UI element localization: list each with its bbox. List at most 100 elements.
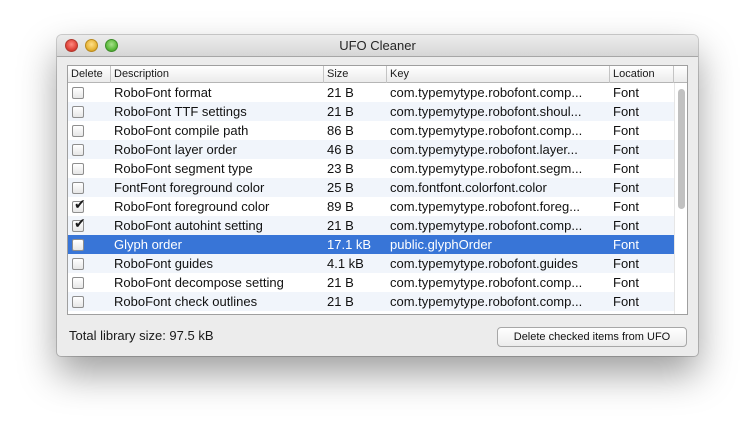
location-cell: Font <box>613 275 640 290</box>
delete-checkbox[interactable] <box>72 239 84 251</box>
delete-cell <box>68 178 110 197</box>
size-cell: 4.1 kB <box>327 256 364 271</box>
table-row[interactable]: RoboFont check outlines 21 B com.typemytyp… <box>68 292 674 311</box>
delete-checkbox[interactable] <box>72 182 84 194</box>
table-row[interactable]: RoboFont guides 4.1 kB com.typemytype.robo… <box>68 254 674 273</box>
description-cell: FontFont foreground color <box>114 180 265 195</box>
size-cell: 21 B <box>327 294 354 309</box>
size-cell: 21 B <box>327 218 354 233</box>
table-row[interactable]: RoboFont decompose setting 21 B com.typemy… <box>68 273 674 292</box>
key-cell: public.glyphOrder <box>390 237 492 252</box>
delete-cell <box>68 254 110 273</box>
location-cell: Font <box>613 256 640 271</box>
description-cell: RoboFont check outlines <box>114 294 258 309</box>
size-cell: 17.1 kB <box>327 237 372 252</box>
size-cell: 21 B <box>327 104 354 119</box>
delete-checkbox[interactable]: ✔ <box>72 197 86 213</box>
description-cell: RoboFont compile path <box>114 123 249 138</box>
checkmark-icon: ✔ <box>74 216 86 232</box>
key-cell: com.typemytype.robofont.comp... <box>390 294 583 309</box>
table-body: RoboFont format 21 B com.typemytype.robofo… <box>68 83 674 314</box>
delete-cell <box>68 292 110 311</box>
table-row[interactable]: RoboFont layer order 46 B com.typemytype.r… <box>68 140 674 159</box>
column-header-location[interactable]: Location <box>610 66 674 83</box>
key-cell: com.typemytype.robofont.foreg... <box>390 199 581 214</box>
key-cell: com.typemytype.robofont.layer... <box>390 142 578 157</box>
description-cell: RoboFont layer order <box>114 142 237 157</box>
location-cell: Font <box>613 104 640 119</box>
location-cell: Font <box>613 218 640 233</box>
window-title: UFO Cleaner <box>339 38 416 53</box>
delete-cell <box>68 140 110 159</box>
column-header-delete[interactable]: Delete <box>68 66 111 83</box>
description-cell: RoboFont TTF settings <box>114 104 247 119</box>
description-cell: Glyph order <box>114 237 182 252</box>
table-header: Delete Description Size Key Location <box>68 66 687 83</box>
delete-cell <box>68 102 110 121</box>
delete-checkbox[interactable] <box>72 125 84 137</box>
key-cell: com.typemytype.robofont.shoul... <box>390 104 582 119</box>
description-cell: RoboFont format <box>114 85 212 100</box>
location-cell: Font <box>613 237 640 252</box>
delete-checkbox[interactable] <box>72 106 84 118</box>
key-cell: com.typemytype.robofont.comp... <box>390 85 583 100</box>
size-cell: 25 B <box>327 180 354 195</box>
key-cell: com.fontfont.colorfont.color <box>390 180 547 195</box>
location-cell: Font <box>613 123 640 138</box>
size-cell: 21 B <box>327 85 354 100</box>
location-cell: Font <box>613 199 640 214</box>
description-cell: RoboFont guides <box>114 256 214 271</box>
title-bar: UFO Cleaner <box>57 35 698 57</box>
vertical-scrollbar[interactable] <box>674 83 687 314</box>
location-cell: Font <box>613 161 640 176</box>
description-cell: RoboFont decompose setting <box>114 275 284 290</box>
column-header-key[interactable]: Key <box>387 66 610 83</box>
location-cell: Font <box>613 85 640 100</box>
description-cell: RoboFont foreground color <box>114 199 270 214</box>
size-cell: 23 B <box>327 161 354 176</box>
size-cell: 89 B <box>327 199 354 214</box>
library-table: Delete Description Size Key Location Rob… <box>67 65 688 315</box>
delete-checkbox[interactable] <box>72 296 84 308</box>
size-cell: 21 B <box>327 275 354 290</box>
table-row[interactable]: FontFont foreground color 25 B com.fontfon… <box>68 178 674 197</box>
delete-checkbox[interactable] <box>72 144 84 156</box>
key-cell: com.typemytype.robofont.comp... <box>390 123 583 138</box>
delete-cell <box>68 159 110 178</box>
column-header-size[interactable]: Size <box>324 66 387 83</box>
delete-cell: ✔ <box>68 216 110 235</box>
table-row[interactable]: RoboFont format 21 B com.typemytype.robofo… <box>68 83 674 102</box>
scrollbar-thumb[interactable] <box>678 89 685 209</box>
delete-checkbox[interactable] <box>72 163 84 175</box>
total-library-size: Total library size: 97.5 kB <box>69 328 214 343</box>
delete-cell <box>68 83 110 102</box>
location-cell: Font <box>613 142 640 157</box>
table-row[interactable]: RoboFont segment type 23 B com.typemytype.… <box>68 159 674 178</box>
description-cell: RoboFont segment type <box>114 161 253 176</box>
delete-checkbox[interactable] <box>72 277 84 289</box>
description-cell: RoboFont autohint setting <box>114 218 263 233</box>
location-cell: Font <box>613 180 640 195</box>
delete-checked-button[interactable]: Delete checked items from UFO <box>497 327 687 347</box>
table-row[interactable]: Glyph order 17.1 kB public.glyphOrder Font <box>68 235 674 254</box>
table-row[interactable]: RoboFont compile path 86 B com.typemytype.… <box>68 121 674 140</box>
checkmark-icon: ✔ <box>74 197 86 213</box>
delete-cell <box>68 273 110 292</box>
delete-checkbox[interactable] <box>72 87 84 99</box>
delete-checkbox[interactable] <box>72 258 84 270</box>
size-cell: 46 B <box>327 142 354 157</box>
table-row[interactable]: ✔ RoboFont autohint setting 21 B com.typemy… <box>68 216 674 235</box>
key-cell: com.typemytype.robofont.comp... <box>390 218 583 233</box>
key-cell: com.typemytype.robofont.segm... <box>390 161 583 176</box>
delete-cell: ✔ <box>68 197 110 216</box>
delete-cell <box>68 121 110 140</box>
delete-checkbox[interactable]: ✔ <box>72 216 86 232</box>
size-cell: 86 B <box>327 123 354 138</box>
column-header-corner <box>674 66 687 83</box>
key-cell: com.typemytype.robofont.comp... <box>390 275 583 290</box>
table-row[interactable]: ✔ RoboFont foreground color 89 B com.typemy… <box>68 197 674 216</box>
delete-cell <box>68 235 110 254</box>
ufo-cleaner-window: UFO Cleaner Delete Description Size Key … <box>57 35 698 356</box>
table-row[interactable]: RoboFont TTF settings 21 B com.typemytype.… <box>68 102 674 121</box>
column-header-description[interactable]: Description <box>111 66 324 83</box>
